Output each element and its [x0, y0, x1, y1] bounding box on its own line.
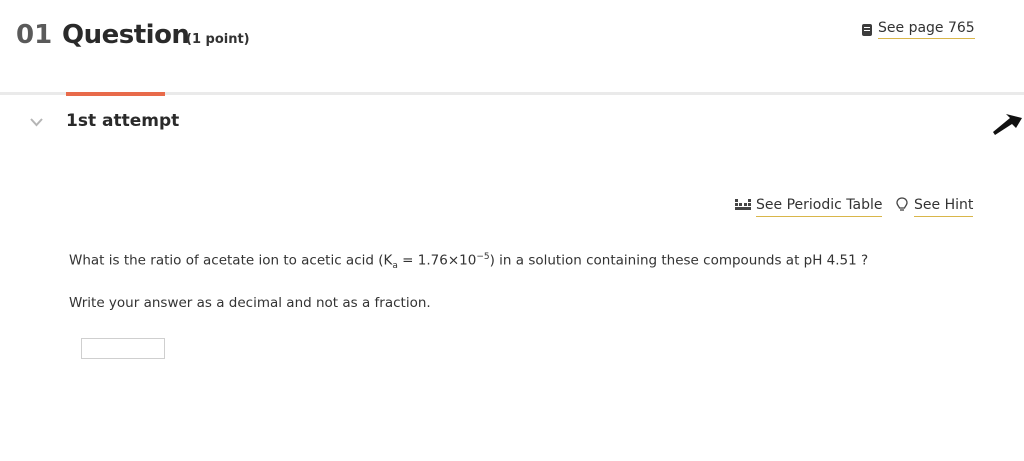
periodic-table-icon [734, 198, 752, 216]
attempt-indicator-bar [66, 92, 165, 96]
question-number: 01 [16, 20, 53, 50]
question-title: Question [62, 20, 190, 50]
mouse-cursor-icon [990, 112, 1024, 141]
see-hint-link[interactable]: See Hint [896, 197, 974, 217]
attempt-title: 1st attempt [66, 111, 180, 131]
question-text-part1: What is the ratio of acetate ion to acet… [69, 252, 393, 269]
see-page-link[interactable]: See page 765 [862, 20, 975, 39]
hint-label: See Hint [914, 197, 974, 217]
see-periodic-table-link[interactable]: See Periodic Table [734, 197, 883, 217]
answer-input[interactable] [81, 338, 165, 359]
see-page-label: See page 765 [878, 20, 975, 39]
question-points: (1 point) [186, 32, 250, 47]
question-text-part2: = 1.76×10 [397, 252, 477, 269]
question-text: What is the ratio of acetate ion to acet… [69, 252, 868, 271]
periodic-table-label: See Periodic Table [756, 197, 883, 217]
book-icon [862, 23, 872, 36]
question-text-superscript: −5 [476, 252, 490, 262]
answer-instruction: Write your answer as a decimal and not a… [69, 295, 431, 311]
question-text-part3: ) in a solution containing these compoun… [489, 252, 869, 269]
lightbulb-icon [896, 197, 908, 217]
chevron-down-icon[interactable] [30, 115, 43, 130]
